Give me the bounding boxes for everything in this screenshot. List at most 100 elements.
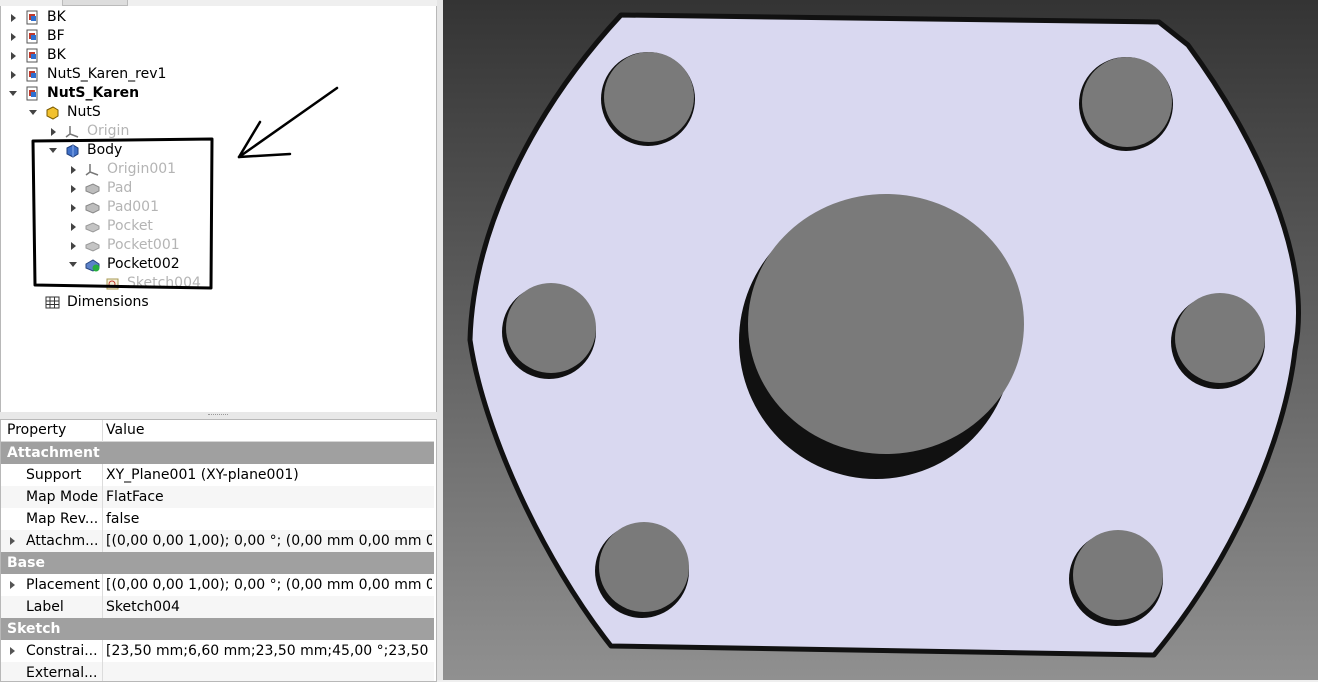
- property-name: Map Mode: [26, 489, 99, 505]
- column-header-property[interactable]: Property: [7, 420, 83, 440]
- tree-item-label: BK: [47, 9, 66, 25]
- tree-item-label: Pocket001: [107, 237, 180, 253]
- property-group-base[interactable]: Base: [1, 552, 434, 574]
- expand-arrow-icon[interactable]: [69, 217, 79, 236]
- tree-item-origin001[interactable]: Origin001: [1, 160, 431, 179]
- property-row[interactable]: Constrai... [23,50 mm;6,60 mm;23,50 mm;45…: [1, 640, 434, 662]
- origin-icon: [65, 124, 80, 139]
- property-value[interactable]: FlatFace: [106, 486, 432, 508]
- expand-arrow-icon[interactable]: [9, 8, 19, 27]
- tree-item-label: Dimensions: [67, 294, 149, 310]
- expand-arrow-icon[interactable]: [69, 179, 79, 198]
- expand-arrow-icon[interactable]: [10, 581, 15, 589]
- collapse-arrow-icon[interactable]: [49, 141, 59, 160]
- tree-item-bk[interactable]: BK: [1, 46, 431, 65]
- expand-arrow-icon[interactable]: [69, 236, 79, 255]
- column-divider: [102, 464, 103, 486]
- tree-item-pocket002[interactable]: Pocket002: [1, 255, 431, 274]
- collapse-arrow-icon[interactable]: [29, 103, 39, 122]
- property-value[interactable]: [23,50 mm;6,60 mm;23,50 mm;45,00 °;23,50…: [106, 640, 432, 662]
- tree-item-label: Pocket002: [107, 256, 180, 272]
- property-row[interactable]: Support XY_Plane001 (XY-plane001): [1, 464, 434, 486]
- expand-arrow-icon[interactable]: [69, 198, 79, 217]
- property-value[interactable]: XY_Plane001 (XY-plane001): [106, 464, 432, 486]
- property-row[interactable]: Map Mode FlatFace: [1, 486, 434, 508]
- property-row[interactable]: Attachm... [(0,00 0,00 1,00); 0,00 °; (0,…: [1, 530, 434, 552]
- tree-item-label: Pad001: [107, 199, 160, 215]
- panel-splitter[interactable]: [0, 412, 437, 419]
- tree-item-label: NutS_Karen: [47, 85, 140, 101]
- tree-item-nuts-karen-rev1[interactable]: NutS_Karen_rev1: [1, 65, 431, 84]
- property-value[interactable]: [(0,00 0,00 1,00); 0,00 °; (0,00 mm 0,00…: [106, 574, 432, 596]
- tree-item-nuts[interactable]: NutS: [1, 103, 431, 122]
- expand-arrow-icon[interactable]: [69, 160, 79, 179]
- property-name: Constrai...: [26, 643, 98, 659]
- property-value[interactable]: Sketch004: [106, 596, 432, 618]
- column-divider[interactable]: [102, 420, 103, 442]
- column-divider: [102, 662, 103, 681]
- tree-item-dimensions[interactable]: Dimensions: [1, 293, 431, 312]
- collapse-arrow-icon[interactable]: [69, 255, 79, 274]
- pocket-active-icon: [85, 257, 100, 272]
- property-value[interactable]: false: [106, 508, 432, 530]
- pad-icon: [85, 200, 100, 215]
- tree-item-pocket001[interactable]: Pocket001: [1, 236, 431, 255]
- tree-item-label: NutS_Karen_rev1: [47, 66, 167, 82]
- property-row[interactable]: Map Rev... false: [1, 508, 434, 530]
- splitter-grip[interactable]: [208, 414, 228, 417]
- property-name: Placement: [26, 577, 100, 593]
- part-render[interactable]: [443, 0, 1318, 680]
- tree-item-bk[interactable]: BK: [1, 8, 431, 27]
- tree-item-pocket[interactable]: Pocket: [1, 217, 431, 236]
- property-group-label: Attachment: [7, 445, 100, 461]
- tree-item-label: Body: [87, 142, 123, 158]
- property-name: Support: [26, 467, 82, 483]
- bolt-hole-top-left[interactable]: [601, 52, 695, 146]
- sketch-icon: [105, 276, 120, 291]
- tree-item-nuts-karen[interactable]: NutS_Karen: [1, 84, 431, 103]
- tree-item-sketch004[interactable]: Sketch004: [1, 274, 431, 293]
- document-icon: [25, 48, 40, 63]
- document-icon: [25, 67, 40, 82]
- column-header-value[interactable]: Value: [106, 420, 432, 440]
- tree-item-pad[interactable]: Pad: [1, 179, 431, 198]
- property-group-attachment[interactable]: Attachment: [1, 442, 434, 464]
- property-row[interactable]: Placement [(0,00 0,00 1,00); 0,00 °; (0,0…: [1, 574, 434, 596]
- property-group-label: Base: [7, 555, 45, 571]
- expand-arrow-icon[interactable]: [49, 122, 59, 141]
- collapse-arrow-icon[interactable]: [9, 84, 19, 103]
- property-group-sketch[interactable]: Sketch: [1, 618, 434, 640]
- property-value[interactable]: [(0,00 0,00 1,00); 0,00 °; (0,00 mm 0,00…: [106, 530, 432, 552]
- document-icon: [25, 29, 40, 44]
- tree-item-pad001[interactable]: Pad001: [1, 198, 431, 217]
- property-editor[interactable]: Property Value Attachment Support XY_Plane…: [0, 419, 437, 682]
- expand-arrow-icon[interactable]: [9, 65, 19, 84]
- expand-arrow-icon[interactable]: [9, 27, 19, 46]
- 3d-viewport[interactable]: [443, 0, 1318, 680]
- property-row[interactable]: External...: [1, 662, 434, 681]
- column-divider: [102, 596, 103, 618]
- model-tree[interactable]: BK BF BK NutS_Karen_rev1 NutS_Karen NutS Origi…: [0, 6, 437, 413]
- expand-arrow-icon[interactable]: [10, 537, 15, 545]
- property-name: Label: [26, 599, 64, 615]
- property-header: Property Value: [1, 420, 434, 442]
- bolt-hole-top-right[interactable]: [1079, 57, 1173, 151]
- property-row[interactable]: Label Sketch004: [1, 596, 434, 618]
- property-name: Map Rev...: [26, 511, 99, 527]
- expand-arrow-icon[interactable]: [10, 647, 15, 655]
- tree-item-bf[interactable]: BF: [1, 27, 431, 46]
- expand-arrow-icon[interactable]: [9, 46, 19, 65]
- origin-icon: [85, 162, 100, 177]
- tree-item-label: BK: [47, 47, 66, 63]
- column-divider: [102, 530, 103, 552]
- part-icon: [45, 105, 60, 120]
- tree-item-body[interactable]: Body: [1, 141, 431, 160]
- column-divider: [102, 640, 103, 662]
- left-panel: BK BF BK NutS_Karen_rev1 NutS_Karen NutS Origi…: [0, 0, 440, 682]
- column-divider: [102, 486, 103, 508]
- tree-item-origin[interactable]: Origin: [1, 122, 431, 141]
- document-icon: [25, 10, 40, 25]
- spreadsheet-icon: [45, 295, 60, 310]
- tree-item-label: Origin001: [107, 161, 177, 177]
- body-icon: [65, 143, 80, 158]
